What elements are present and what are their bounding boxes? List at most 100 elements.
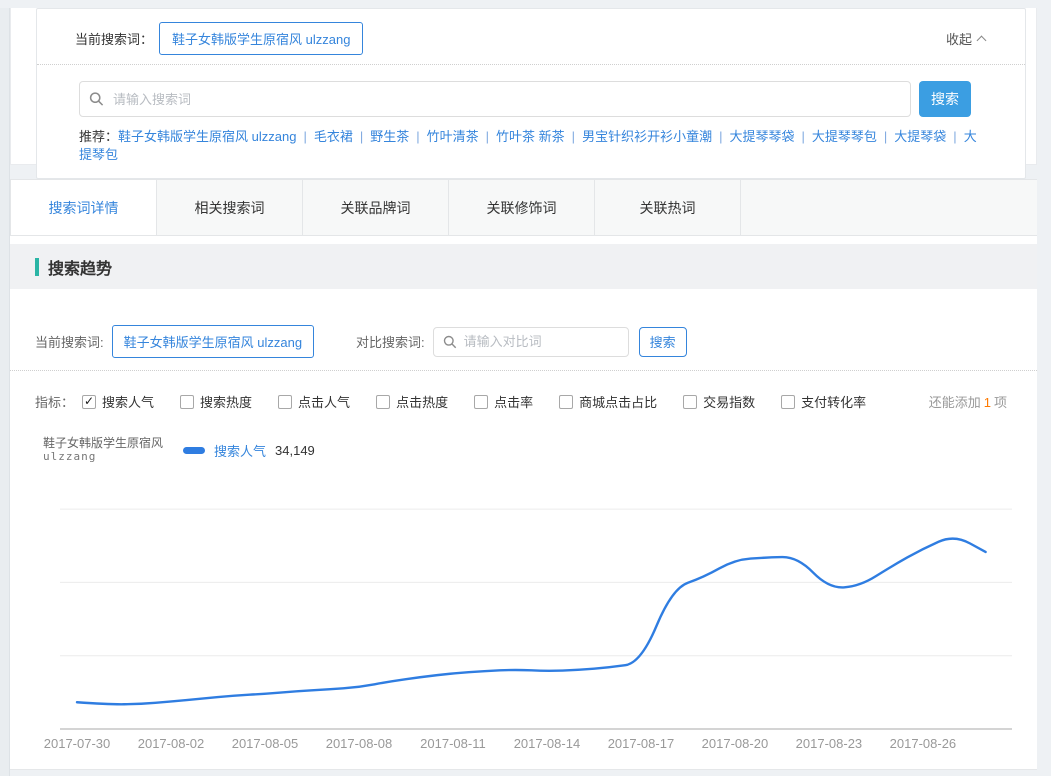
compare-input[interactable] <box>433 327 629 357</box>
tab-filler <box>741 180 1037 235</box>
metric-label: 搜索热度 <box>200 392 252 411</box>
section-title: 搜索趋势 <box>48 255 112 279</box>
metric-checkbox-search-heat[interactable]: 搜索热度 <box>180 392 252 411</box>
metric-checkbox-click-popularity[interactable]: 点击人气 <box>278 392 350 411</box>
current-term-tag[interactable]: 鞋子女韩版学生原宿风 ulzzang <box>112 325 314 358</box>
metric-label: 点击人气 <box>298 392 350 411</box>
compare-term-label: 对比搜索词: <box>356 332 425 351</box>
search-input[interactable] <box>79 81 911 117</box>
svg-text:2017-08-20: 2017-08-20 <box>702 736 769 751</box>
separator: | <box>719 129 722 144</box>
recommend-link[interactable]: 竹叶茶 新茶 <box>496 129 565 144</box>
chart-legend: 鞋子女韩版学生原宿风 ulzzang 搜索人气 34,149 <box>10 436 1037 464</box>
checkbox-icon[interactable] <box>180 395 194 409</box>
series-color-dash-icon <box>183 447 205 454</box>
trend-section: 当前搜索词: 鞋子女韩版学生原宿风 ulzzang 对比搜索词: 搜索 指标： … <box>10 289 1037 770</box>
tab-associated-brand-terms[interactable]: 关联品牌词 <box>303 180 449 235</box>
metric-checkbox-search-popularity[interactable]: 搜索人气 <box>82 392 154 411</box>
metric-checkbox-click-rate[interactable]: 点击率 <box>474 392 533 411</box>
separator: | <box>416 129 419 144</box>
current-term-label: 当前搜索词: <box>35 332 104 351</box>
separator: | <box>486 129 489 144</box>
trend-line-chart: 2017-07-30 2017-08-02 2017-08-05 2017-08-08… <box>10 480 1037 764</box>
current-term-label: 当前搜索词： <box>75 29 153 48</box>
separator: | <box>360 129 363 144</box>
legend-keyword: 鞋子女韩版学生原宿风 ulzzang <box>43 436 183 464</box>
svg-text:2017-08-02: 2017-08-02 <box>138 736 205 751</box>
metric-checkbox-click-heat[interactable]: 点击热度 <box>376 392 448 411</box>
legend-series-value: 34,149 <box>275 443 315 458</box>
tab-underlay <box>10 236 1037 244</box>
page-edge-strip <box>0 8 10 776</box>
current-term-tag[interactable]: 鞋子女韩版学生原宿风 ulzzang <box>159 22 363 55</box>
section-header: 搜索趋势 <box>10 244 1037 289</box>
separator: | <box>572 129 575 144</box>
trend-controls-row: 当前搜索词: 鞋子女韩版学生原宿风 ulzzang 对比搜索词: 搜索 <box>10 289 1037 358</box>
main-wrapper: 当前搜索词： 鞋子女韩版学生原宿风 ulzzang 收起 搜索 <box>10 8 1037 770</box>
checkbox-icon[interactable] <box>683 395 697 409</box>
hint-count: 1 <box>984 395 991 410</box>
recommend-row: 推荐：鞋子女韩版学生原宿风 ulzzang | 毛衣裙 | 野生茶 | 竹叶清茶 | 竹叶茶 新… <box>37 128 1025 172</box>
separator: | <box>801 129 804 144</box>
compare-search-button[interactable]: 搜索 <box>639 327 687 357</box>
recommend-label: 推荐： <box>79 129 118 144</box>
svg-text:2017-07-30: 2017-07-30 <box>44 736 111 751</box>
metric-label: 点击热度 <box>396 392 448 411</box>
metric-label: 商城点击占比 <box>579 392 657 411</box>
checkbox-icon[interactable] <box>474 395 488 409</box>
section-accent-bar <box>35 258 39 276</box>
svg-text:2017-08-26: 2017-08-26 <box>890 736 957 751</box>
recommend-link[interactable]: 竹叶清茶 <box>427 129 479 144</box>
search-icon <box>443 335 457 349</box>
svg-text:2017-08-11: 2017-08-11 <box>420 736 486 751</box>
add-metric-hint: 还能添加1项 <box>929 392 1007 411</box>
separator: | <box>884 129 887 144</box>
search-icon <box>89 92 104 107</box>
collapse-toggle[interactable]: 收起 <box>946 29 985 48</box>
tab-associated-hot-terms[interactable]: 关联热词 <box>595 180 741 235</box>
recommend-link[interactable]: 大提琴琴包 <box>812 129 877 144</box>
divider <box>10 370 1037 371</box>
svg-text:2017-08-08: 2017-08-08 <box>326 736 393 751</box>
recommend-link[interactable]: 鞋子女韩版学生原宿风 ulzzang <box>118 129 296 144</box>
legend-series-label: 搜索人气 <box>214 441 266 460</box>
hint-prefix: 还能添加 <box>929 395 981 410</box>
trend-chart[interactable]: 2017-07-30 2017-08-02 2017-08-05 2017-08-08… <box>10 480 1037 769</box>
search-input-wrap <box>79 81 911 117</box>
metrics-row: 指标： 搜索人气 搜索热度 点击人气 点击热度 点击率 商城点击占比 交易指数 … <box>10 392 1037 411</box>
recommend-link[interactable]: 男宝针织衫开衫小童潮 <box>582 129 712 144</box>
checkbox-icon[interactable] <box>82 395 96 409</box>
svg-text:2017-08-05: 2017-08-05 <box>232 736 299 751</box>
checkbox-icon[interactable] <box>781 395 795 409</box>
metric-checkbox-pay-conversion[interactable]: 支付转化率 <box>781 392 866 411</box>
recommend-link[interactable]: 大提琴琴袋 <box>729 129 794 144</box>
metric-label: 支付转化率 <box>801 392 866 411</box>
recommend-link[interactable]: 大提琴袋 <box>894 129 946 144</box>
recommend-link[interactable]: 野生茶 <box>370 129 409 144</box>
search-term-panel: 当前搜索词： 鞋子女韩版学生原宿风 ulzzang 收起 搜索 <box>10 8 1037 165</box>
metric-checkbox-mall-click-share[interactable]: 商城点击占比 <box>559 392 657 411</box>
divider <box>37 64 1025 65</box>
checkbox-icon[interactable] <box>559 395 573 409</box>
metric-checkbox-trade-index[interactable]: 交易指数 <box>683 392 755 411</box>
tab-search-term-detail[interactable]: 搜索词详情 <box>11 180 157 235</box>
search-term-box: 当前搜索词： 鞋子女韩版学生原宿风 ulzzang 收起 搜索 <box>36 8 1026 179</box>
svg-text:2017-08-14: 2017-08-14 <box>514 736 581 751</box>
checkbox-icon[interactable] <box>376 395 390 409</box>
hint-suffix: 项 <box>994 395 1007 410</box>
metrics-label: 指标： <box>35 392 74 411</box>
legend-keyword-line2: ulzzang <box>43 450 183 464</box>
metric-label: 点击率 <box>494 392 533 411</box>
tab-related-search-terms[interactable]: 相关搜索词 <box>157 180 303 235</box>
search-button[interactable]: 搜索 <box>919 81 971 117</box>
tab-bar: 搜索词详情 相关搜索词 关联品牌词 关联修饰词 关联热词 <box>10 179 1037 236</box>
recommend-link[interactable]: 毛衣裙 <box>314 129 353 144</box>
legend-keyword-line1: 鞋子女韩版学生原宿风 <box>43 436 183 450</box>
metric-label: 搜索人气 <box>102 392 154 411</box>
svg-text:2017-08-23: 2017-08-23 <box>796 736 863 751</box>
checkbox-icon[interactable] <box>278 395 292 409</box>
collapse-label: 收起 <box>946 29 972 48</box>
tab-associated-modifier-terms[interactable]: 关联修饰词 <box>449 180 595 235</box>
separator: | <box>303 129 306 144</box>
chevron-up-icon <box>977 35 987 45</box>
